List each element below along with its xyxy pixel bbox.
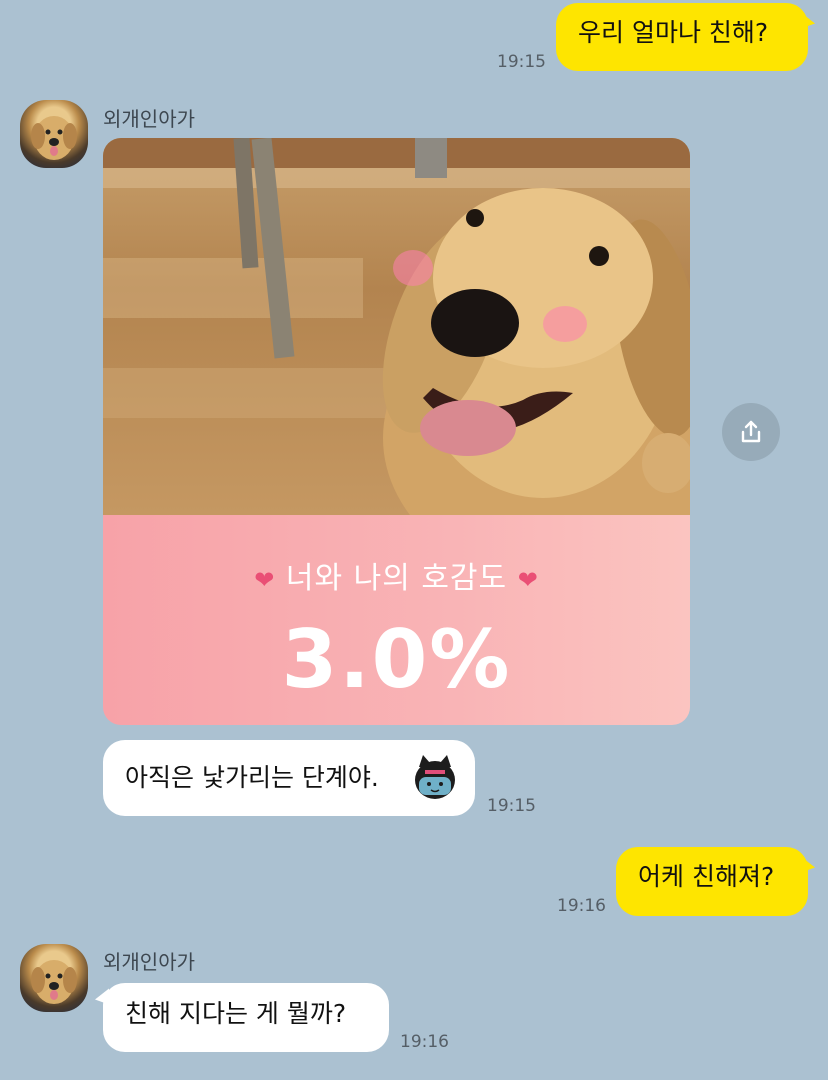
affinity-card[interactable]: ❤ 너와 나의 호감도 ❤ 3.0% bbox=[103, 138, 690, 725]
sender-avatar[interactable] bbox=[20, 944, 88, 1012]
share-icon bbox=[741, 420, 761, 443]
sender-name: 외개인아가 bbox=[103, 107, 195, 131]
dog-photo bbox=[103, 138, 690, 588]
dog-avatar-icon bbox=[31, 960, 77, 1004]
other-message-bubble[interactable]: 아직은 낯가리는 단계야. bbox=[103, 740, 475, 816]
dog-image bbox=[103, 138, 690, 588]
message-text: 친해 지다는 게 뭘까? bbox=[125, 999, 347, 1028]
affinity-value: 3.0% bbox=[281, 613, 512, 706]
message-time: 19:15 bbox=[487, 796, 536, 816]
my-message-bubble[interactable]: 어케 친해져? bbox=[616, 847, 808, 916]
other-message-bubble[interactable]: 친해 지다는 게 뭘까? bbox=[103, 983, 389, 1052]
message-text: 어케 친해져? bbox=[638, 862, 775, 891]
sender-name: 외개인아가 bbox=[103, 950, 195, 974]
my-message-bubble[interactable]: 우리 얼마나 친해? bbox=[556, 3, 808, 71]
affinity-title: ❤ 너와 나의 호감도 ❤ bbox=[103, 553, 690, 597]
sender-avatar[interactable] bbox=[20, 100, 88, 168]
message-time: 19:16 bbox=[557, 896, 606, 916]
heart-icon: ❤ bbox=[254, 566, 276, 594]
message-text: 우리 얼마나 친해? bbox=[578, 18, 769, 47]
share-button[interactable] bbox=[722, 403, 780, 461]
message-text: 아직은 낯가리는 단계야. bbox=[125, 763, 379, 792]
message-time: 19:15 bbox=[497, 52, 546, 72]
heart-icon: ❤ bbox=[517, 566, 539, 594]
affinity-panel: ❤ 너와 나의 호감도 ❤ 3.0% bbox=[103, 515, 690, 725]
dog-avatar-icon bbox=[31, 116, 77, 160]
affinity-title-text: 너와 나의 호감도 bbox=[285, 561, 508, 596]
kakao-character-emoji-icon bbox=[413, 753, 457, 811]
message-time: 19:16 bbox=[400, 1032, 449, 1052]
